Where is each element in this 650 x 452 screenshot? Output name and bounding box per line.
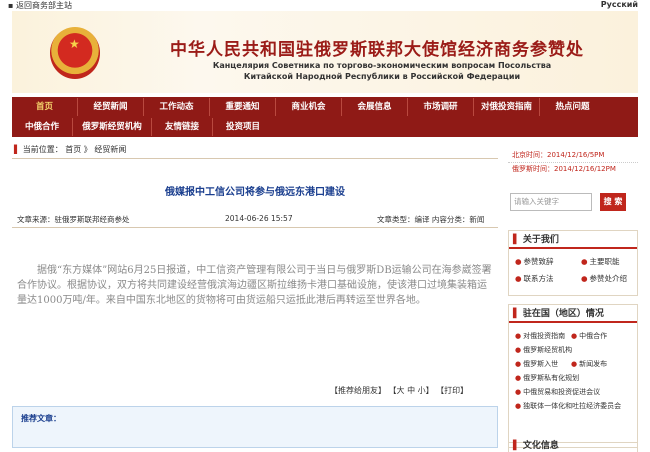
nav-item[interactable]: 会展信息 — [342, 98, 407, 116]
recommended-label: 推荐文章： — [21, 414, 61, 423]
host-link[interactable]: ● 对俄投资指南 — [515, 329, 571, 343]
nav-item[interactable]: 友情链接 — [152, 118, 212, 136]
bullet-icon: ● — [515, 257, 522, 266]
breadcrumb-home-link[interactable]: 首页 — [65, 145, 81, 154]
nav-item[interactable]: 重要通知 — [210, 98, 275, 116]
main-navigation: 首页 经贸新闻 工作动态 重要通知 商业机会 会展信息 市场调研 对俄投资指南 热点问题 中俄合… — [12, 97, 638, 137]
host-country-box: ▌ 驻在国（地区）情况 ● 对俄投资指南 ● 中俄合作 ● 俄罗斯经贸机构 ● 俄罗斯入世 ● 新闻… — [508, 304, 638, 448]
nav-item[interactable]: 工作动态 — [144, 98, 209, 116]
host-link-row: ● 独联体一体化和吐拉经济委员会 — [515, 399, 637, 413]
bullet-icon: ● — [581, 274, 588, 283]
article-tools[interactable]: 【推荐给朋友】 【大 中 小】 【打印】 — [330, 385, 468, 396]
article-source: 文章来源：驻俄罗斯联邦经商参处 — [17, 215, 130, 224]
location-pin-icon: ▌ — [14, 145, 21, 154]
square-bullet-icon: ▌ — [513, 441, 520, 451]
nav-row-primary: 首页 经贸新闻 工作动态 重要通知 商业机会 会展信息 市场调研 对俄投资指南 热点问题 — [12, 98, 638, 116]
nav-item[interactable]: 市场调研 — [408, 98, 473, 116]
host-link-row: ● 俄罗斯入世 ● 新闻发布 — [515, 357, 637, 371]
search-button[interactable]: 搜 索 — [600, 193, 626, 211]
search-input[interactable]: 请输入关键字 — [510, 193, 592, 211]
host-country-heading: ▌ 驻在国（地区）情况 — [509, 305, 637, 323]
host-link[interactable]: ● 中俄合作 — [571, 332, 607, 340]
host-link-row: ● 俄罗斯经贸机构 — [515, 343, 637, 357]
about-link[interactable]: ● 联系方法 — [515, 273, 581, 284]
host-link-row: ● 俄罗斯私有化规划 — [515, 371, 637, 385]
host-link-row: ● 对俄投资指南 ● 中俄合作 — [515, 329, 637, 343]
national-emblem-icon: ★ — [50, 27, 100, 79]
recommended-articles: 推荐文章： — [12, 406, 498, 448]
host-link[interactable]: ● 俄罗斯入世 — [515, 357, 571, 371]
breadcrumb-current-link[interactable]: 经贸新闻 — [94, 145, 126, 154]
bullet-icon: ● — [515, 374, 522, 382]
nav-item[interactable]: 热点问题 — [540, 98, 605, 116]
site-title-ru-line1: Канцелярия Советника по торгово-экономич… — [212, 61, 552, 70]
nav-row-secondary: 中俄合作 俄罗斯经贸机构 友情链接 投资项目 — [12, 118, 638, 136]
nav-item[interactable]: 经贸新闻 — [78, 98, 143, 116]
sidebar: 北京时间：2014/12/16/5PM 俄罗斯时间：2014/12/16/12P… — [508, 141, 638, 452]
bullet-icon: ● — [515, 332, 522, 340]
article-type: 文章类型：编译 内容分类：新闻 — [377, 215, 485, 224]
bullet-icon: ● — [515, 346, 522, 354]
article-body: 据俄“东方媒体”网站6月25日报道，中工信资产管理有限公司于当日与俄罗斯DB运输… — [17, 265, 492, 306]
home-icon: ▪ — [8, 1, 16, 10]
site-header: ★ 中华人民共和国驻俄罗斯联邦大使馆经济商务参赞处 Канцелярия Сов… — [12, 11, 638, 93]
top-bar: ▪ 返回商务部主站 Русский — [0, 0, 650, 10]
bullet-icon: ● — [515, 360, 522, 368]
bullet-icon: ● — [571, 332, 578, 340]
nav-item[interactable]: 中俄合作 — [12, 118, 72, 136]
article-date: 2014-06-26 15:57 — [225, 214, 293, 223]
nav-item[interactable]: 投资项目 — [213, 118, 273, 136]
about-us-box: ▌ 关于我们 ● 参赞致辞 ● 主要职能 ● 联系方法 ● 参赞处介绍 — [508, 230, 638, 296]
site-title-ru-line2: Китайской Народной Республики в Российск… — [243, 72, 521, 81]
article-title: 俄媒报中工信公司将参与俄远东港口建设 — [165, 187, 345, 198]
about-link[interactable]: ● 主要职能 — [581, 256, 641, 267]
nav-item[interactable]: 首页 — [12, 98, 77, 116]
beijing-time: 北京时间：2014/12/16/5PM — [512, 151, 605, 159]
square-bullet-icon: ▌ — [513, 235, 520, 245]
nav-item[interactable]: 商业机会 — [276, 98, 341, 116]
host-link[interactable]: ● 俄罗斯私有化规划 — [515, 374, 579, 382]
moscow-time: 俄罗斯时间：2014/12/16/12PM — [508, 162, 638, 175]
back-to-ministry-link[interactable]: ▪ 返回商务部主站 — [8, 0, 72, 11]
host-link[interactable]: ● 中俄贸易和投资促进会议 — [515, 388, 600, 396]
bullet-icon: ● — [515, 402, 522, 410]
bullet-icon: ● — [571, 360, 578, 368]
bullet-icon: ● — [515, 274, 522, 283]
square-bullet-icon: ▌ — [513, 309, 520, 319]
about-links: ● 参赞致辞 ● 主要职能 ● 联系方法 ● 参赞处介绍 — [509, 249, 637, 284]
about-us-heading: ▌ 关于我们 — [509, 231, 637, 249]
host-link[interactable]: ● 俄罗斯经贸机构 — [515, 346, 572, 354]
about-link[interactable]: ● 参赞致辞 — [515, 256, 581, 267]
host-link[interactable]: ● 新闻发布 — [571, 360, 607, 368]
divider — [12, 227, 498, 228]
about-link[interactable]: ● 参赞处介绍 — [581, 273, 641, 284]
culture-heading: ▌ 文化信息 — [513, 441, 559, 451]
breadcrumb: ▌ 当前位置： 首页 》 经贸新闻 — [12, 141, 498, 159]
culture-box: ▌ 文化信息 — [508, 442, 638, 452]
host-link-row: ● 中俄贸易和投资促进会议 — [515, 385, 637, 399]
main-content: ▌ 当前位置： 首页 》 经贸新闻 俄媒报中工信公司将参与俄远东港口建设 文章来… — [12, 141, 498, 448]
russian-language-link[interactable]: Русский — [601, 0, 638, 9]
site-search: 请输入关键字 搜 索 — [508, 193, 638, 213]
nav-item[interactable]: 对俄投资指南 — [474, 98, 539, 116]
bullet-icon: ● — [515, 388, 522, 396]
site-title-cn: 中华人民共和国驻俄罗斯联邦大使馆经济商务参赞处 — [170, 40, 584, 60]
nav-item[interactable]: 俄罗斯经贸机构 — [73, 118, 151, 136]
host-country-links: ● 对俄投资指南 ● 中俄合作 ● 俄罗斯经贸机构 ● 俄罗斯入世 ● 新闻发布 ● 俄罗斯私有化规划… — [509, 323, 637, 413]
host-link[interactable]: ● 独联体一体化和吐拉经济委员会 — [515, 402, 621, 410]
bullet-icon: ● — [581, 257, 588, 266]
